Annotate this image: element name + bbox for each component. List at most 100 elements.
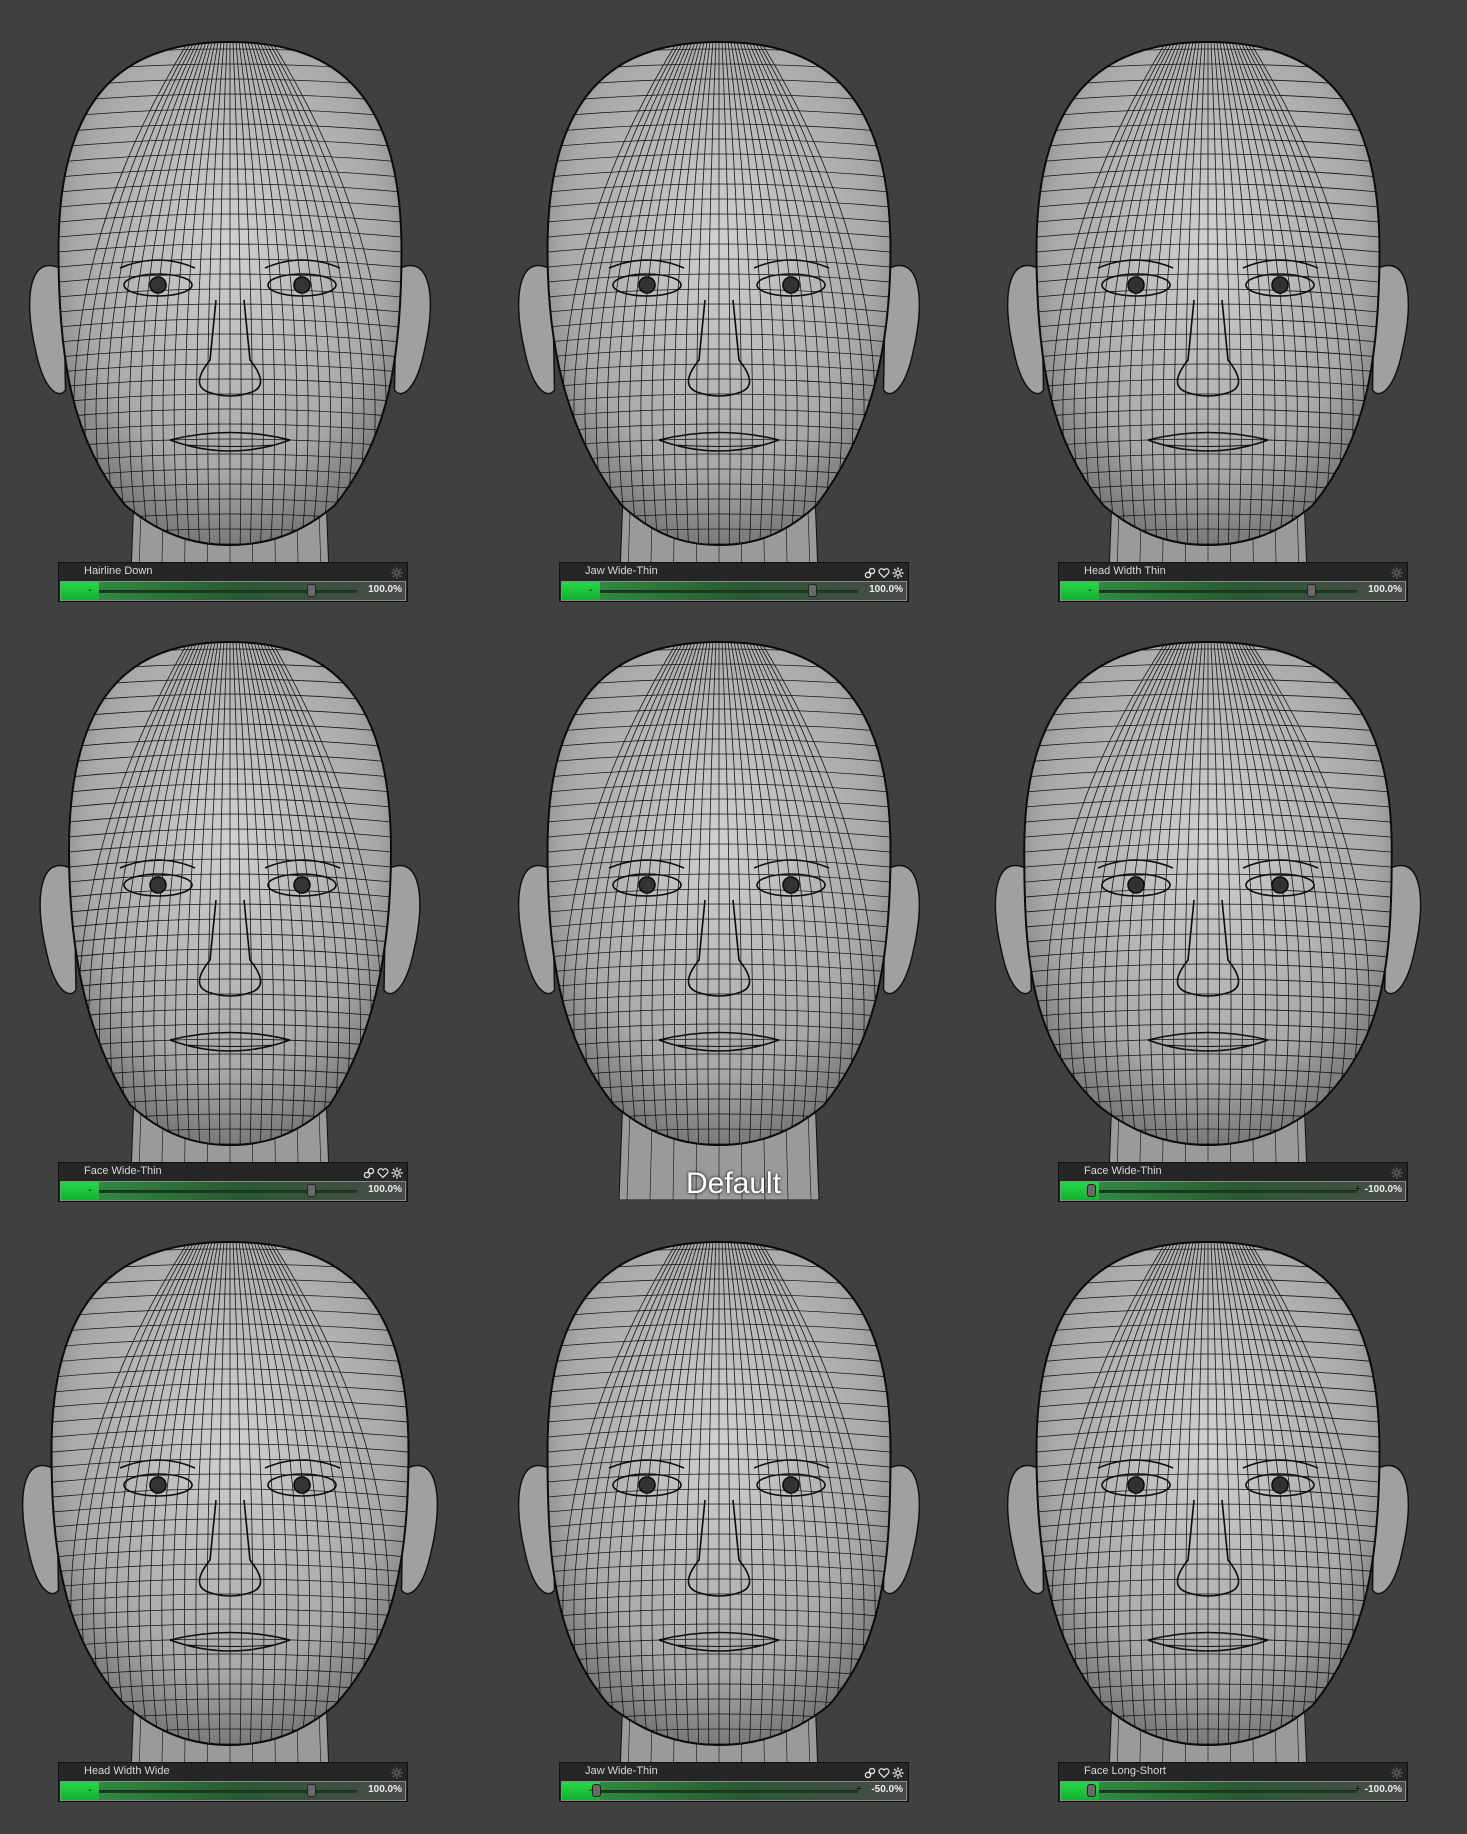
morph-slider-label: Head Width Thin bbox=[1084, 565, 1166, 577]
head-mesh bbox=[1006, 40, 1410, 600]
slider-fill bbox=[61, 582, 99, 600]
decrement-button[interactable]: - bbox=[1088, 584, 1092, 596]
head-mesh bbox=[28, 40, 432, 600]
increment-button[interactable]: + bbox=[1355, 1783, 1361, 1795]
slider-knob[interactable] bbox=[307, 1784, 316, 1797]
head-mesh bbox=[517, 640, 921, 1200]
morph-panel: Head Width Wide - 100.0% bbox=[0, 1200, 489, 1802]
slider-knob[interactable] bbox=[1087, 1784, 1096, 1797]
gear-icon[interactable] bbox=[391, 566, 403, 578]
slider-icons bbox=[391, 564, 403, 579]
slider-rail bbox=[600, 590, 858, 593]
gear-icon[interactable] bbox=[1391, 1766, 1403, 1778]
slider-track[interactable]: - + -100.0% bbox=[1060, 1181, 1406, 1201]
slider-value: -100.0% bbox=[1364, 1784, 1402, 1795]
slider-icons bbox=[864, 1764, 904, 1779]
head-mesh bbox=[517, 1240, 921, 1800]
morph-slider-label: Head Width Wide bbox=[84, 1765, 170, 1777]
gear-icon[interactable] bbox=[1391, 566, 1403, 578]
head-mesh bbox=[994, 640, 1422, 1200]
slider-value: -100.0% bbox=[1364, 1184, 1402, 1195]
morph-panel: Face Wide-Thin - 100.0% bbox=[0, 600, 489, 1202]
slider-icons bbox=[1391, 1164, 1403, 1179]
gear-icon[interactable] bbox=[391, 1166, 403, 1178]
morph-slider[interactable]: Head Width Wide - 100.0% bbox=[58, 1762, 408, 1802]
head-mesh bbox=[1006, 1240, 1410, 1800]
slider-value: 100.0% bbox=[869, 584, 903, 595]
slider-value: 100.0% bbox=[368, 1784, 402, 1795]
slider-rail bbox=[1099, 1190, 1357, 1193]
slider-track[interactable]: - 100.0% bbox=[561, 581, 907, 601]
morph-slider[interactable]: Jaw Wide-Thin - + -50.0% bbox=[559, 1762, 909, 1802]
heart-icon[interactable] bbox=[878, 1766, 890, 1778]
slider-value: 100.0% bbox=[1368, 584, 1402, 595]
morph-slider-label: Jaw Wide-Thin bbox=[585, 1765, 658, 1777]
slider-icons bbox=[391, 1764, 403, 1779]
slider-rail bbox=[1099, 590, 1357, 593]
slider-track[interactable]: - 100.0% bbox=[60, 581, 406, 601]
morph-panel: Jaw Wide-Thin - + -50.0% bbox=[489, 1200, 978, 1802]
morph-panel: Head Width Thin - 100.0% bbox=[978, 0, 1467, 602]
morph-slider[interactable]: Face Long-Short - + -100.0% bbox=[1058, 1762, 1408, 1802]
slider-value: 100.0% bbox=[368, 584, 402, 595]
decrement-button[interactable]: - bbox=[88, 1784, 92, 1796]
morph-slider[interactable]: Face Wide-Thin - 100.0% bbox=[58, 1162, 408, 1202]
morph-slider-label: Hairline Down bbox=[84, 565, 153, 577]
increment-button[interactable]: + bbox=[856, 1783, 862, 1795]
slider-track[interactable]: - + -50.0% bbox=[561, 1781, 907, 1801]
slider-rail bbox=[1099, 1790, 1357, 1793]
link-icon[interactable] bbox=[864, 1766, 876, 1778]
slider-rail bbox=[99, 1190, 357, 1193]
slider-value: 100.0% bbox=[368, 1184, 402, 1195]
slider-value: -50.0% bbox=[871, 1784, 903, 1795]
decrement-button[interactable]: - bbox=[589, 584, 593, 596]
link-icon[interactable] bbox=[864, 566, 876, 578]
morph-panel: Face Long-Short - + -100.0% bbox=[978, 1200, 1467, 1802]
morph-slider[interactable]: Face Wide-Thin - + -100.0% bbox=[1058, 1162, 1408, 1202]
heart-icon[interactable] bbox=[878, 566, 890, 578]
slider-knob[interactable] bbox=[1087, 1184, 1096, 1197]
gear-icon[interactable] bbox=[892, 1766, 904, 1778]
slider-rail bbox=[99, 1790, 357, 1793]
head-mesh bbox=[517, 40, 921, 600]
increment-button[interactable]: + bbox=[1355, 1183, 1361, 1195]
slider-fill bbox=[61, 1782, 99, 1800]
slider-knob[interactable] bbox=[1307, 584, 1316, 597]
head-mesh bbox=[21, 1240, 439, 1800]
gear-icon[interactable] bbox=[892, 566, 904, 578]
gear-icon[interactable] bbox=[1391, 1166, 1403, 1178]
default-label: Default bbox=[685, 1167, 782, 1200]
morph-panel: Face Wide-Thin - + -100.0% bbox=[978, 600, 1467, 1202]
slider-icons bbox=[864, 564, 904, 579]
slider-knob[interactable] bbox=[307, 1184, 316, 1197]
morph-slider-label: Face Long-Short bbox=[1084, 1765, 1166, 1777]
morph-slider-label: Face Wide-Thin bbox=[1084, 1165, 1162, 1177]
morph-slider[interactable]: Hairline Down - 100.0% bbox=[58, 562, 408, 602]
slider-icons bbox=[1391, 564, 1403, 579]
slider-fill bbox=[562, 582, 600, 600]
slider-icons bbox=[1391, 1764, 1403, 1779]
slider-track[interactable]: - 100.0% bbox=[60, 1781, 406, 1801]
morph-panel: Jaw Wide-Thin - 100.0% bbox=[489, 0, 978, 602]
morph-slider-label: Face Wide-Thin bbox=[84, 1165, 162, 1177]
morph-panel-default: Default bbox=[489, 600, 978, 1200]
slider-knob[interactable] bbox=[808, 584, 817, 597]
morph-slider[interactable]: Jaw Wide-Thin - 100.0% bbox=[559, 562, 909, 602]
slider-rail bbox=[99, 590, 357, 593]
slider-fill bbox=[61, 1182, 99, 1200]
decrement-button[interactable]: - bbox=[88, 1184, 92, 1196]
morph-slider-label: Jaw Wide-Thin bbox=[585, 565, 658, 577]
slider-rail bbox=[600, 1790, 858, 1793]
gear-icon[interactable] bbox=[391, 1766, 403, 1778]
link-icon[interactable] bbox=[363, 1166, 375, 1178]
slider-icons bbox=[363, 1164, 403, 1179]
decrement-button[interactable]: - bbox=[88, 584, 92, 596]
heart-icon[interactable] bbox=[377, 1166, 389, 1178]
slider-track[interactable]: - + -100.0% bbox=[1060, 1781, 1406, 1801]
slider-knob[interactable] bbox=[307, 584, 316, 597]
slider-knob[interactable] bbox=[592, 1784, 601, 1797]
slider-track[interactable]: - 100.0% bbox=[60, 1181, 406, 1201]
morph-slider[interactable]: Head Width Thin - 100.0% bbox=[1058, 562, 1408, 602]
head-mesh bbox=[39, 640, 421, 1200]
slider-track[interactable]: - 100.0% bbox=[1060, 581, 1406, 601]
